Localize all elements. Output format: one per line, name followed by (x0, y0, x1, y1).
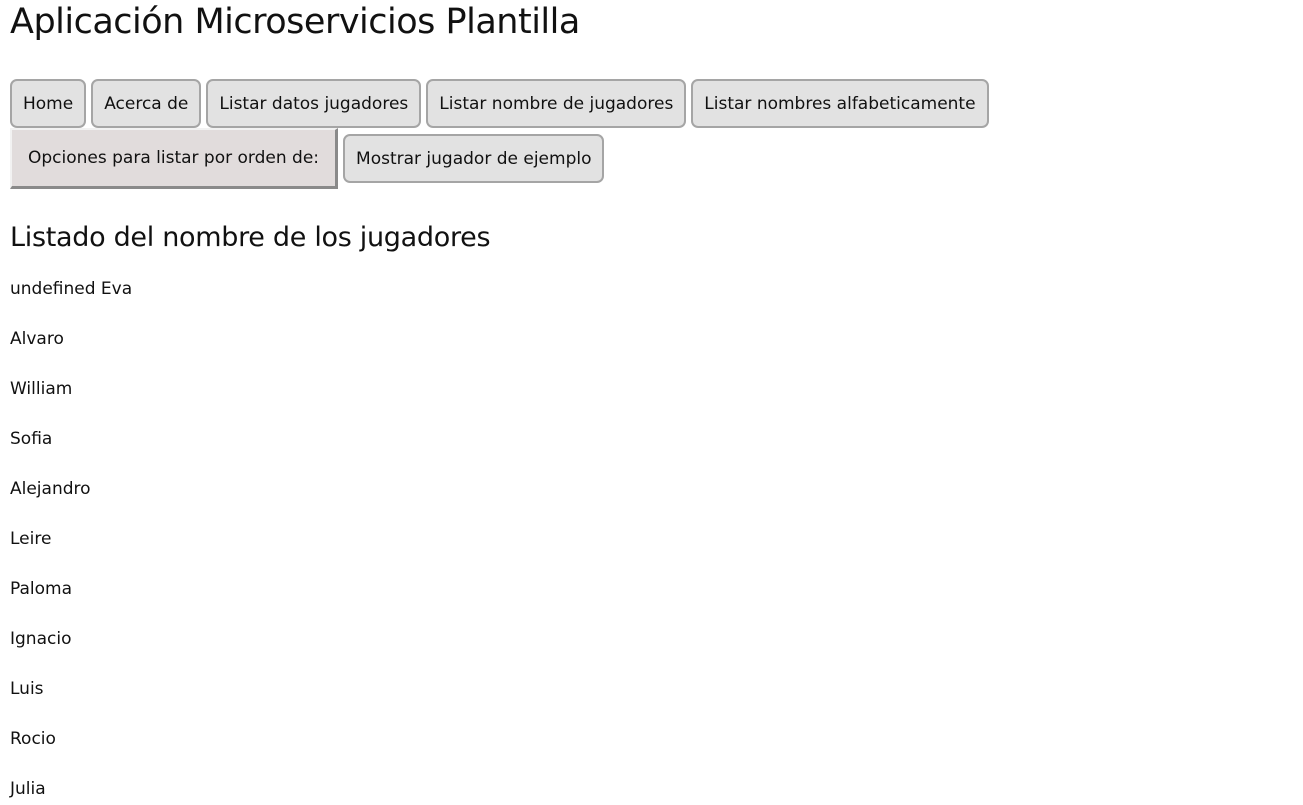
section-title: Listado del nombre de los jugadores (10, 222, 491, 253)
list-item: Alvaro (10, 329, 64, 349)
list-item: Rocio (10, 729, 56, 749)
list-player-data-button[interactable]: Listar datos jugadores (206, 79, 422, 128)
list-item: Luis (10, 679, 44, 699)
player-name-list: undefined Eva Alvaro William Sofia Aleja… (10, 278, 1303, 800)
list-item: undefined Eva (10, 279, 133, 299)
sort-options-dropdown[interactable]: Opciones para listar por orden de: (10, 128, 339, 189)
list-item: Leire (10, 529, 52, 549)
list-player-names-button[interactable]: Listar nombre de jugadores (426, 79, 687, 128)
list-item: Paloma (10, 579, 73, 599)
list-names-alphabetically-button[interactable]: Listar nombres alfabeticamente (691, 79, 989, 128)
list-item: William (10, 379, 73, 399)
list-item: Julia (10, 779, 46, 799)
home-button[interactable]: Home (10, 79, 87, 128)
list-item: Sofia (10, 429, 53, 449)
list-item: Alejandro (10, 479, 91, 499)
page: Aplicación Microservicios Plantilla Home… (0, 0, 1303, 805)
list-item: Ignacio (10, 629, 72, 649)
show-sample-player-button[interactable]: Mostrar jugador de ejemplo (343, 134, 605, 183)
about-button[interactable]: Acerca de (91, 79, 202, 128)
nav-bar: Home Acerca de Listar datos jugadores Li… (10, 79, 1280, 195)
app-title: Aplicación Microservicios Plantilla (10, 2, 580, 42)
